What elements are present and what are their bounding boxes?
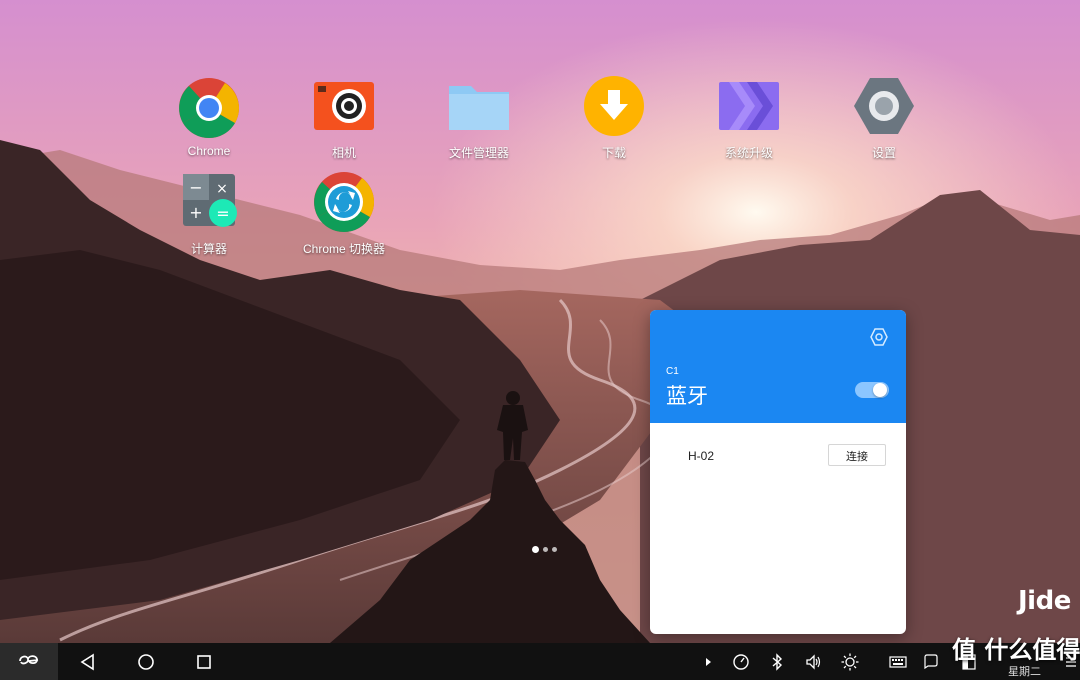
download-icon — [582, 76, 646, 140]
folder-icon — [447, 76, 511, 140]
page-dot[interactable] — [532, 546, 539, 553]
app-label: 设置 — [871, 146, 896, 160]
panel-code: C1 — [666, 366, 679, 377]
bluetooth-toggle[interactable] — [855, 382, 889, 398]
volume-icon[interactable] — [805, 653, 823, 671]
app-label: 相机 — [331, 146, 356, 160]
calculator-icon: − × + = — [177, 172, 241, 236]
brand-watermark: Jide — [1018, 586, 1071, 616]
page-dot[interactable] — [543, 547, 548, 552]
bluetooth-panel: C1 蓝牙 H-02 连接 — [650, 310, 906, 634]
svg-text:×: × — [216, 181, 228, 197]
file-manager-app-icon[interactable]: 文件管理器 — [419, 76, 539, 161]
upgrade-icon — [717, 76, 781, 140]
bluetooth-panel-header: C1 蓝牙 — [650, 310, 906, 423]
app-label: Chrome — [187, 144, 231, 158]
app-label: 下载 — [601, 146, 626, 160]
start-button[interactable] — [0, 643, 58, 680]
device-name: H-02 — [688, 449, 715, 463]
settings-app-icon[interactable]: 设置 — [824, 76, 944, 161]
expand-arrow-icon[interactable] — [700, 653, 718, 671]
camera-icon — [312, 76, 376, 140]
gear-icon[interactable] — [870, 328, 888, 346]
system-upgrade-app-icon[interactable]: 系统升级 — [689, 76, 809, 161]
download-app-icon[interactable]: 下载 — [554, 76, 674, 161]
page-dot[interactable] — [552, 547, 557, 552]
back-button[interactable] — [78, 652, 98, 672]
chrome-switcher-icon — [312, 172, 376, 236]
recents-button[interactable] — [194, 652, 214, 672]
recents-icon — [194, 655, 214, 676]
app-label: Chrome 切换器 — [302, 242, 385, 256]
remix-logo-icon — [18, 652, 40, 671]
home-icon — [136, 654, 156, 676]
brightness-icon[interactable] — [841, 653, 859, 671]
notification-icon[interactable] — [922, 653, 940, 671]
settings-icon — [852, 76, 916, 140]
chrome-app-icon[interactable]: Chrome — [149, 76, 269, 158]
device-row[interactable]: H-02 连接 — [650, 442, 906, 470]
svg-text:=: = — [216, 204, 229, 223]
back-icon — [78, 653, 98, 676]
calculator-app-icon[interactable]: − × + = 计算器 — [149, 172, 269, 257]
camera-app-icon[interactable]: 相机 — [284, 76, 404, 161]
site-watermark: 值 什么值得买 — [952, 636, 1080, 664]
home-button[interactable] — [136, 652, 156, 672]
chrome-switcher-app-icon[interactable]: Chrome 切换器 — [284, 172, 404, 257]
svg-text:+: + — [189, 203, 202, 222]
app-label: 系统升级 — [724, 146, 773, 160]
app-label: 文件管理器 — [448, 146, 509, 160]
day-of-week: 星期二 — [1008, 666, 1041, 678]
connect-button[interactable]: 连接 — [828, 444, 886, 466]
panel-title: 蓝牙 — [666, 385, 708, 408]
keyboard-icon[interactable] — [889, 653, 907, 671]
toggle-knob — [873, 383, 887, 397]
app-label: 计算器 — [190, 242, 227, 256]
bluetooth-icon[interactable] — [768, 653, 786, 671]
chrome-icon — [177, 76, 241, 140]
page-indicator[interactable] — [532, 546, 557, 553]
svg-text:−: − — [189, 178, 202, 197]
taskbar: 星期二 — [0, 643, 1080, 680]
speed-icon[interactable] — [732, 653, 750, 671]
